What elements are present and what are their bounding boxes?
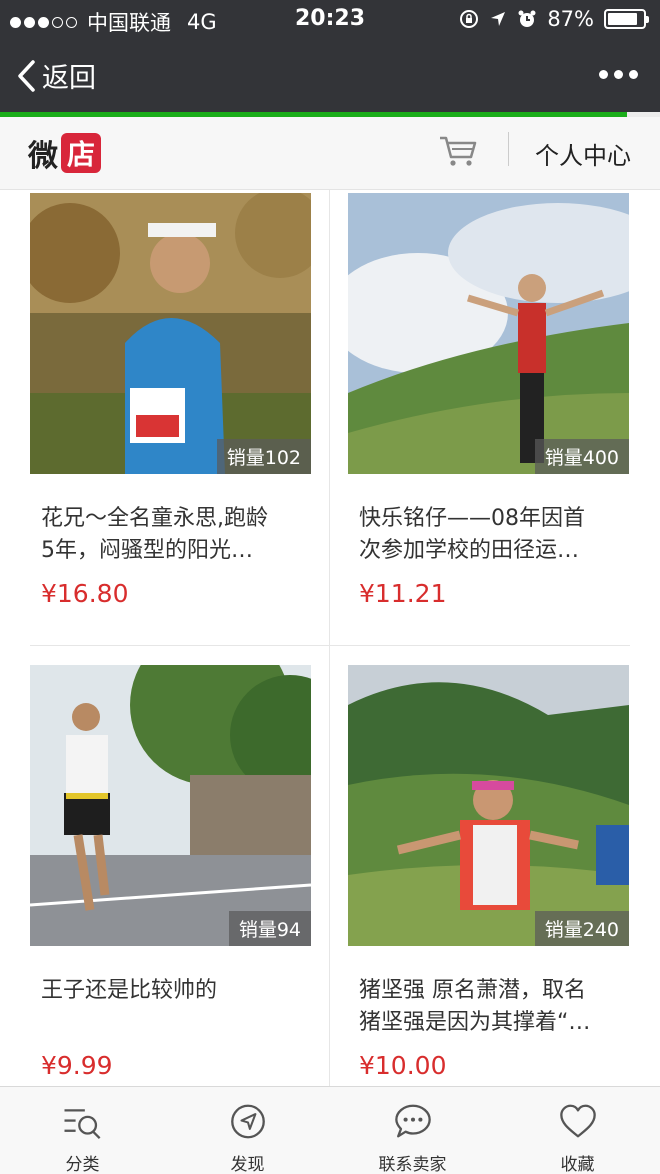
battery-icon bbox=[604, 9, 649, 29]
product-title[interactable]: 花兄～全名童永思,跑龄 5年，闷骚型的阳光… bbox=[41, 503, 306, 567]
tab-favorites-label: 收藏 bbox=[560, 1155, 595, 1174]
chat-bubble-icon bbox=[394, 1104, 431, 1138]
header-divider bbox=[508, 132, 509, 166]
product-price: ¥16.80 bbox=[41, 579, 129, 608]
sales-count-badge: 销量102 bbox=[216, 439, 311, 474]
heart-icon bbox=[559, 1104, 596, 1138]
product-title[interactable]: 快乐铭仔——08年因首 次参加学校的田径运… bbox=[359, 503, 624, 567]
tab-discover[interactable]: 发现 bbox=[165, 1087, 330, 1174]
weidian-logo[interactable]: 微 店 bbox=[28, 131, 101, 175]
bottom-tab-bar: 分类 发现 联系卖家 收藏 bbox=[0, 1086, 660, 1174]
alarm-clock-icon bbox=[518, 10, 536, 27]
product-grid: 销量102 花兄～全名童永思,跑龄 5年，闷骚型的阳光… ¥16.80 销量40… bbox=[0, 190, 660, 1086]
product-price: ¥9.99 bbox=[41, 1051, 113, 1080]
tab-category[interactable]: 分类 bbox=[0, 1087, 165, 1174]
product-card[interactable]: 销量400 快乐铭仔——08年因首 次参加学校的田径运… ¥11.21 bbox=[348, 193, 648, 633]
tab-discover-label: 发现 bbox=[230, 1155, 265, 1174]
rotation-lock-icon bbox=[460, 10, 479, 28]
product-image[interactable]: 销量102 bbox=[30, 193, 311, 474]
product-card[interactable]: 销量94 王子还是比较帅的 ¥9.99 bbox=[30, 665, 330, 1086]
tab-contact-seller-label: 联系卖家 bbox=[378, 1155, 447, 1174]
sales-count-badge: 销量400 bbox=[534, 439, 629, 474]
product-image[interactable]: 销量94 bbox=[30, 665, 311, 946]
navigation-bar: 返回 bbox=[0, 40, 660, 112]
shopping-cart-icon[interactable] bbox=[438, 133, 478, 169]
tab-category-label: 分类 bbox=[65, 1155, 100, 1174]
product-image[interactable]: 销量240 bbox=[348, 665, 629, 946]
sales-count-badge: 销量94 bbox=[228, 911, 311, 946]
back-button[interactable]: 返回 bbox=[16, 56, 96, 95]
product-title[interactable]: 王子还是比较帅的 bbox=[41, 975, 306, 1039]
product-image[interactable]: 销量400 bbox=[348, 193, 629, 474]
product-price: ¥11.21 bbox=[359, 579, 447, 608]
shop-header: 微 店 个人中心 bbox=[0, 117, 660, 190]
location-arrow-icon bbox=[491, 12, 506, 26]
product-card[interactable]: 销量240 猪坚强 原名萧潜，取名 猪坚强是因为其撑着“… ¥10.00 bbox=[348, 665, 648, 1086]
compass-icon bbox=[230, 1104, 265, 1139]
product-card[interactable]: 销量102 花兄～全名童永思,跑龄 5年，闷骚型的阳光… ¥16.80 bbox=[30, 193, 330, 633]
sales-count-badge: 销量240 bbox=[534, 911, 629, 946]
chevron-left-icon bbox=[18, 59, 35, 92]
user-center-link[interactable]: 个人中心 bbox=[535, 136, 631, 171]
tab-contact-seller[interactable]: 联系卖家 bbox=[330, 1087, 495, 1174]
category-list-icon bbox=[64, 1109, 100, 1139]
tab-favorites[interactable]: 收藏 bbox=[495, 1087, 660, 1174]
product-price: ¥10.00 bbox=[359, 1051, 447, 1080]
battery-percentage: 87% bbox=[547, 7, 594, 31]
product-title[interactable]: 猪坚强 原名萧潜，取名 猪坚强是因为其撑着“… bbox=[359, 975, 624, 1039]
back-label: 返回 bbox=[42, 63, 96, 94]
more-options-button[interactable] bbox=[599, 70, 638, 79]
row-divider bbox=[30, 645, 630, 646]
status-bar: 中国联通 4G 20:23 87% bbox=[0, 0, 660, 40]
